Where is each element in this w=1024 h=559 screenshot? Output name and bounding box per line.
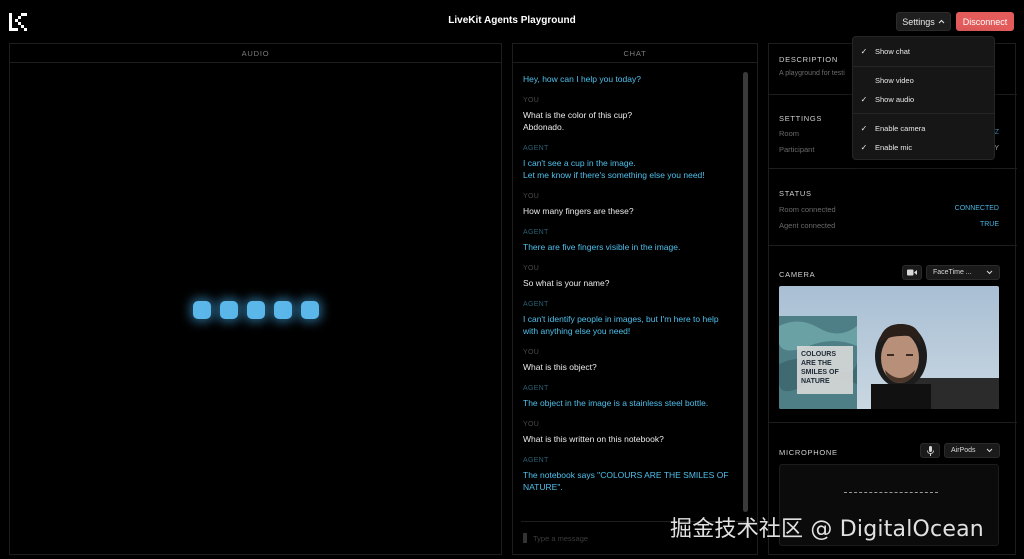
visualizer-bar — [274, 301, 292, 319]
camera-feed-image: COLOURS ARE THE SMILES OF NATURE — [779, 286, 999, 409]
chat-message-sender: AGENT — [523, 385, 549, 392]
status-title: STATUS — [779, 189, 812, 198]
chat-message-text: I can't identify people in images, but I… — [523, 314, 719, 336]
camera-toggle-button[interactable] — [902, 265, 922, 280]
chat-input-placeholder: Type a message — [533, 533, 589, 543]
video-camera-icon — [907, 269, 917, 276]
mic-device-label: AirPods — [951, 447, 976, 454]
chat-message: AGENT The notebook says "COLOURS ARE THE … — [523, 457, 743, 493]
menu-item-enable-mic[interactable]: ✓ Enable mic — [853, 139, 994, 155]
chat-message: YOU What is this object? — [523, 349, 743, 373]
mic-device-select[interactable]: AirPods — [944, 443, 1000, 458]
menu-item-show-audio[interactable]: ✓ Show audio — [853, 91, 994, 107]
page-title: LiveKit Agents Playground — [448, 15, 576, 26]
text-caret-icon — [523, 533, 527, 543]
checkmark-icon: ✓ — [860, 46, 868, 56]
chat-message: Hey, how can I help you today? — [523, 73, 743, 85]
menu-item-label: Enable camera — [875, 123, 926, 133]
checkmark-icon: ✓ — [860, 123, 868, 133]
microphone-title: MICROPHONE — [779, 448, 838, 457]
audio-panel-title: AUDIO — [10, 44, 501, 63]
menu-item-label: Show video — [875, 75, 914, 85]
settings-dropdown-menu: ✓ Show chat Show video ✓ Show audio ✓ En… — [852, 36, 995, 160]
chat-message-sender: YOU — [523, 265, 540, 272]
room-label: Room — [779, 129, 800, 138]
chat-message-text: What is this object? — [523, 362, 597, 372]
chat-message-text: What is the color of this cup? Abdonado. — [523, 110, 633, 132]
audio-visualizer — [193, 301, 319, 319]
menu-item-enable-camera[interactable]: ✓ Enable camera — [853, 120, 994, 136]
chevron-down-icon — [986, 448, 993, 453]
agent-connected-label: Agent connected — [779, 221, 836, 230]
description-title: DESCRIPTION — [779, 55, 838, 64]
camera-title: CAMERA — [779, 270, 816, 279]
visualizer-bar — [301, 301, 319, 319]
participant-value: Y — [994, 145, 999, 152]
agent-connected-value: TRUE — [979, 221, 999, 228]
chat-scrollbar[interactable] — [743, 72, 748, 512]
chat-scroll-thumb[interactable] — [743, 72, 748, 512]
description-text: A playground for testi — [779, 70, 845, 77]
chat-message: YOU How many fingers are these? — [523, 193, 743, 217]
menu-item-label: Show audio — [875, 94, 915, 104]
chat-message: AGENT There are five fingers visible in t… — [523, 229, 743, 253]
chat-message-sender: AGENT — [523, 457, 549, 464]
settings-button-label: Settings — [902, 16, 935, 27]
checkmark-icon: ✓ — [860, 94, 868, 104]
menu-divider — [853, 113, 994, 114]
chat-message-text: The object in the image is a stainless s… — [523, 398, 709, 408]
chat-message-text: The notebook says "COLOURS ARE THE SMILE… — [523, 470, 729, 492]
visualizer-bar — [247, 301, 265, 319]
room-connected-label: Room connected — [779, 205, 836, 214]
watermark: 掘金技术社区 @ DigitalOcean — [670, 517, 984, 542]
chat-message-sender: AGENT — [523, 301, 549, 308]
chat-message: AGENT I can't see a cup in the image. Let… — [523, 145, 743, 181]
visualizer-bar — [220, 301, 238, 319]
chat-message-sender: AGENT — [523, 145, 549, 152]
chevron-down-icon — [986, 270, 993, 275]
chat-panel-title: CHAT — [513, 44, 757, 63]
chat-message: AGENT I can't identify people in images, … — [523, 301, 743, 337]
chat-message-text: Hey, how can I help you today? — [523, 74, 641, 84]
chat-message-sender: YOU — [523, 421, 540, 428]
chat-message-sender: YOU — [523, 193, 540, 200]
chat-message-text: There are five fingers visible in the im… — [523, 242, 681, 252]
room-connected-value: CONNECTED — [954, 205, 999, 212]
menu-divider — [853, 66, 994, 67]
chat-message-sender: AGENT — [523, 229, 549, 236]
visualizer-bar — [193, 301, 211, 319]
chat-message-text: What is this written on this notebook? — [523, 434, 664, 444]
audio-panel: AUDIO — [9, 43, 502, 555]
chat-message-sender: YOU — [523, 349, 540, 356]
menu-item-show-chat[interactable]: ✓ Show chat — [853, 43, 994, 59]
menu-item-label: Enable mic — [875, 142, 913, 152]
chat-message: AGENT The object in the image is a stainl… — [523, 385, 743, 409]
chat-message: YOU So what is your name? — [523, 265, 743, 289]
chat-message-list: Hey, how can I help you today? YOU What is… — [523, 73, 743, 505]
mic-level-line — [844, 492, 938, 493]
disconnect-button[interactable]: Disconnect — [956, 12, 1014, 31]
settings-title: SETTINGS — [779, 114, 823, 123]
mic-toggle-button[interactable] — [920, 443, 940, 458]
microphone-icon — [926, 445, 934, 456]
chat-message-text: How many fingers are these? — [523, 206, 634, 216]
chat-message: YOU What is the color of this cup? Abdona… — [523, 97, 743, 133]
checkmark-icon: ✓ — [860, 142, 868, 152]
status-section: STATUS Room connected CONNECTED Agent co… — [769, 169, 1017, 246]
camera-device-label: FaceTime ... — [933, 269, 972, 276]
chat-message-text: So what is your name? — [523, 278, 610, 288]
menu-item-show-video[interactable]: Show video — [853, 72, 994, 88]
camera-device-select[interactable]: FaceTime ... — [926, 265, 1000, 280]
chat-message-sender: YOU — [523, 97, 540, 104]
settings-button[interactable]: Settings — [896, 12, 951, 31]
participant-label: Participant — [779, 145, 815, 154]
chat-message: YOU What is this written on this notebook… — [523, 421, 743, 445]
chat-panel: CHAT Hey, how can I help you today? YOU Wh… — [512, 43, 758, 555]
camera-preview: COLOURS ARE THE SMILES OF NATURE — [779, 286, 999, 409]
room-value: Z — [994, 129, 999, 136]
chat-message-text: I can't see a cup in the image. Let me k… — [523, 158, 705, 180]
chevron-up-icon — [938, 19, 945, 24]
menu-item-label: Show chat — [875, 46, 911, 56]
